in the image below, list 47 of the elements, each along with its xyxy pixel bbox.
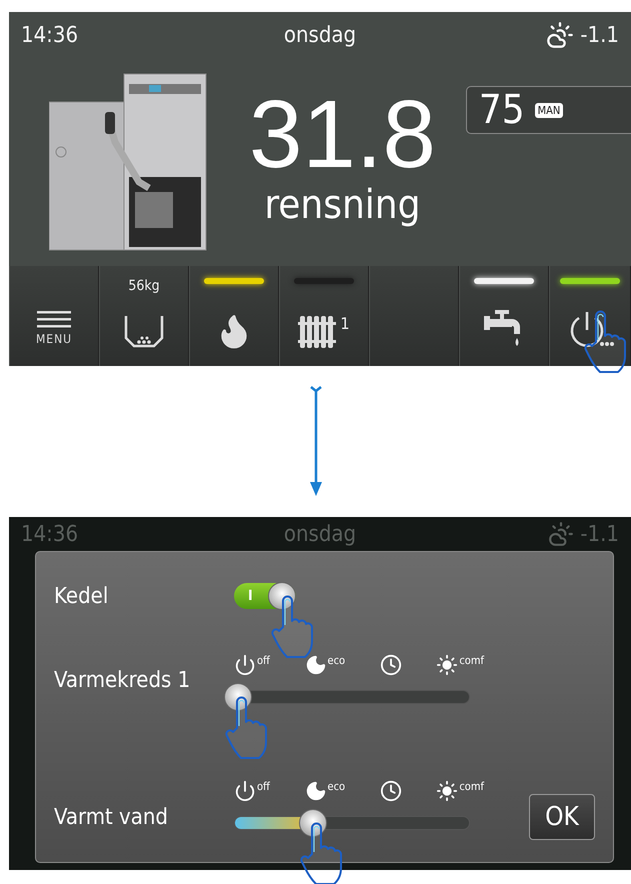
mode-label: eco [328,780,346,793]
mode-label: eco [328,654,346,667]
tap-button[interactable] [459,266,549,366]
menu-button[interactable]: MENU [36,311,72,346]
hand-pointer-icon [271,595,315,661]
clock-icon [380,780,402,802]
menu-icon [37,311,71,329]
sun-icon [436,654,458,676]
hand-pointer-icon [584,310,628,376]
weekday: onsdag [284,522,356,546]
cloud-sun-icon [546,21,574,49]
hopper-button[interactable]: 56kg [99,266,189,366]
mode-badge: MAN [534,102,564,118]
hopper-icon [122,314,166,350]
cloud-sun-icon [548,521,574,547]
weekday: onsdag [284,22,356,48]
clock-time: 14:36 [21,522,78,546]
boiler-temperature: 31.8 [249,87,436,183]
boiler-status: rensning [264,183,420,227]
mode-label: comf [459,654,484,667]
power-icon [234,654,256,676]
flame-button[interactable] [189,266,279,366]
mode-label: off [257,780,270,793]
setting-label: Varmekreds 1 [54,668,192,693]
clock-icon [380,654,402,676]
hand-pointer-icon [225,696,269,762]
radiator-button[interactable]: 1 [279,266,369,366]
menu-button[interactable]: MENU [9,266,99,366]
outdoor-temperature: -1.1 [580,522,619,546]
mode-label: off [257,654,270,667]
power-icon [234,780,256,802]
radiator-icon [298,314,338,350]
moon-icon [304,780,326,802]
circuit-number: 1 [340,314,350,333]
outdoor-temperature: -1.1 [580,22,619,48]
switch-text: I [248,588,253,604]
setting-label: Kedel [54,584,110,608]
pellet-weight: 56kg [128,278,160,296]
mode-label: comf [459,780,484,793]
moon-icon [304,654,326,676]
sun-icon [436,780,458,802]
setting-label: Varmt vand [54,805,169,830]
ok-button[interactable]: OK [529,794,595,840]
setpoint-panel[interactable]: 75 MAN [466,86,631,134]
setpoint-value: 75 [478,87,525,133]
hand-pointer-icon [300,822,344,884]
clock-time: 14:36 [21,22,78,48]
